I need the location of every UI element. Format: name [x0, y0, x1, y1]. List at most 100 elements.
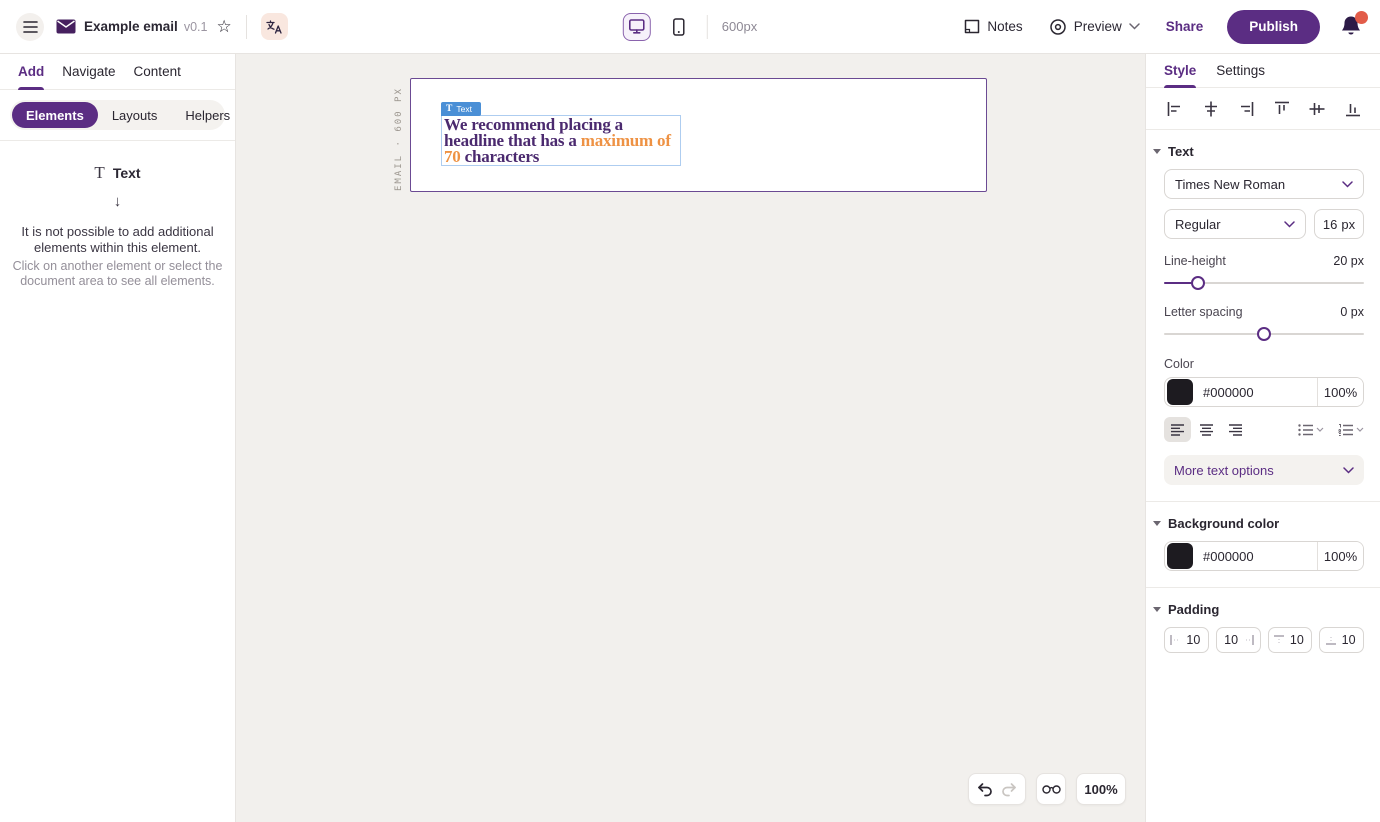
bullet-list-button[interactable] — [1298, 423, 1324, 436]
mobile-view-button[interactable] — [665, 13, 693, 41]
publish-button[interactable]: Publish — [1227, 9, 1320, 44]
preview-glasses-button[interactable] — [1036, 773, 1066, 805]
down-arrow-icon: ↓ — [113, 193, 122, 210]
divider — [1146, 587, 1380, 588]
background-hex-input[interactable] — [1195, 548, 1317, 564]
segment-elements[interactable]: Elements — [12, 102, 98, 128]
color-swatch[interactable] — [1167, 379, 1193, 405]
padding-right-value[interactable] — [1222, 633, 1241, 647]
text-tag-icon: T — [446, 104, 453, 114]
more-text-options-button[interactable]: More text options — [1164, 455, 1364, 485]
color-hex-input[interactable] — [1195, 384, 1317, 400]
padding-bottom-value[interactable] — [1339, 633, 1358, 647]
font-weight-select[interactable]: Regular — [1164, 209, 1306, 239]
padding-top-input[interactable] — [1267, 627, 1313, 653]
padding-top-icon — [1273, 635, 1284, 643]
tab-style[interactable]: Style — [1164, 54, 1197, 88]
menu-button[interactable] — [16, 12, 44, 41]
font-family-select[interactable]: Times New Roman — [1164, 169, 1364, 199]
hamburger-icon — [22, 20, 38, 33]
right-sidebar: Style Settings Text Times New Roman Regu… — [1145, 54, 1380, 822]
tab-add[interactable]: Add — [18, 54, 45, 90]
desktop-view-button[interactable] — [622, 12, 651, 41]
element-tag-label: Text — [456, 104, 472, 114]
document-version: v0.1 — [183, 19, 208, 34]
text-align-right-button[interactable] — [1222, 417, 1249, 442]
canvas[interactable]: EMAIL · 600 PX T Text We recommend placi… — [236, 54, 1145, 822]
padding-bottom-input[interactable] — [1319, 627, 1364, 653]
selected-element-indicator: T Text — [0, 163, 235, 183]
mobile-icon — [673, 17, 685, 36]
padding-left-value[interactable] — [1184, 633, 1203, 647]
tab-navigate[interactable]: Navigate — [62, 54, 115, 90]
segment-layouts[interactable]: Layouts — [98, 102, 172, 128]
padding-right-input[interactable] — [1215, 627, 1261, 653]
align-center-horizontal-icon[interactable] — [1202, 100, 1220, 118]
background-color-control — [1164, 541, 1364, 571]
font-size-value: 16 — [1322, 216, 1338, 232]
divider — [706, 14, 708, 39]
collapse-caret-icon[interactable] — [1153, 521, 1161, 526]
text-align-center-button[interactable] — [1193, 417, 1220, 442]
padding-left-input[interactable] — [1164, 627, 1209, 653]
share-button[interactable]: Share — [1166, 19, 1204, 34]
redo-icon[interactable] — [1001, 781, 1018, 797]
alignment-toolbar — [1146, 88, 1380, 130]
viewport-width-label: 600px — [721, 19, 758, 34]
align-center-vertical-icon[interactable] — [1308, 100, 1326, 118]
preview-button[interactable]: Preview — [1049, 18, 1140, 36]
tab-content[interactable]: Content — [134, 54, 181, 90]
align-right-icon[interactable] — [1237, 100, 1255, 118]
element-selection-tag[interactable]: T Text — [441, 102, 481, 116]
padding-right-icon — [1246, 635, 1254, 645]
tab-settings[interactable]: Settings — [1216, 54, 1265, 88]
font-family-value: Times New Roman — [1175, 176, 1286, 192]
preview-label: Preview — [1073, 19, 1122, 34]
background-section-title: Background color — [1168, 516, 1280, 531]
font-size-unit: px — [1341, 216, 1356, 232]
text-align-left-button[interactable] — [1164, 417, 1191, 442]
text-section-title: Text — [1168, 144, 1194, 159]
notifications-button[interactable] — [1338, 10, 1368, 40]
text-section: Text Times New Roman Regular 16 px Line-… — [1146, 144, 1380, 485]
line-height-label: Line-height — [1164, 254, 1226, 268]
align-top-icon[interactable] — [1273, 100, 1291, 118]
notification-dot — [1355, 10, 1368, 24]
headline-text[interactable]: We recommend placing a headline that has… — [444, 116, 678, 165]
divider — [1146, 501, 1380, 502]
restriction-message: It is not possible to add additional ele… — [21, 224, 214, 255]
text-element-icon: T — [94, 163, 105, 182]
slider-handle[interactable] — [1191, 276, 1205, 290]
right-panel-tabs: Style Settings — [1146, 54, 1380, 88]
desktop-icon — [628, 19, 645, 34]
background-color-section: Background color — [1146, 516, 1380, 571]
padding-top-value[interactable] — [1287, 633, 1306, 647]
slider-handle[interactable] — [1257, 327, 1271, 341]
translate-icon — [266, 19, 282, 34]
line-height-slider[interactable] — [1164, 276, 1364, 290]
collapse-caret-icon[interactable] — [1153, 149, 1161, 154]
favorite-star-icon[interactable]: ☆ — [216, 17, 231, 37]
segment-helpers[interactable]: Helpers — [171, 102, 244, 128]
background-opacity-input[interactable] — [1317, 542, 1363, 570]
color-opacity-input[interactable] — [1317, 378, 1363, 406]
collapse-caret-icon[interactable] — [1153, 607, 1161, 612]
undo-icon[interactable] — [976, 781, 993, 797]
letter-spacing-label: Letter spacing — [1164, 305, 1243, 319]
left-panel-tabs: Add Navigate Content — [0, 54, 235, 90]
zoom-level-button[interactable]: 100% — [1076, 773, 1126, 805]
divider — [245, 14, 247, 39]
letter-spacing-slider[interactable] — [1164, 327, 1364, 341]
chevron-down-icon — [1343, 466, 1354, 474]
notes-button[interactable]: Notes — [964, 19, 1023, 34]
align-bottom-icon[interactable] — [1344, 100, 1362, 118]
translate-button[interactable] — [260, 13, 288, 40]
topbar-center: 600px — [622, 12, 758, 41]
selected-text-element[interactable]: T Text We recommend placing a headline t… — [441, 102, 681, 166]
email-document[interactable]: EMAIL · 600 PX T Text We recommend placi… — [394, 78, 987, 192]
letter-spacing-value: 0 px — [1340, 305, 1364, 319]
font-size-input[interactable]: 16 px — [1314, 209, 1364, 239]
ordered-list-button[interactable] — [1338, 423, 1364, 436]
align-left-icon[interactable] — [1166, 100, 1184, 118]
color-swatch[interactable] — [1167, 543, 1193, 569]
